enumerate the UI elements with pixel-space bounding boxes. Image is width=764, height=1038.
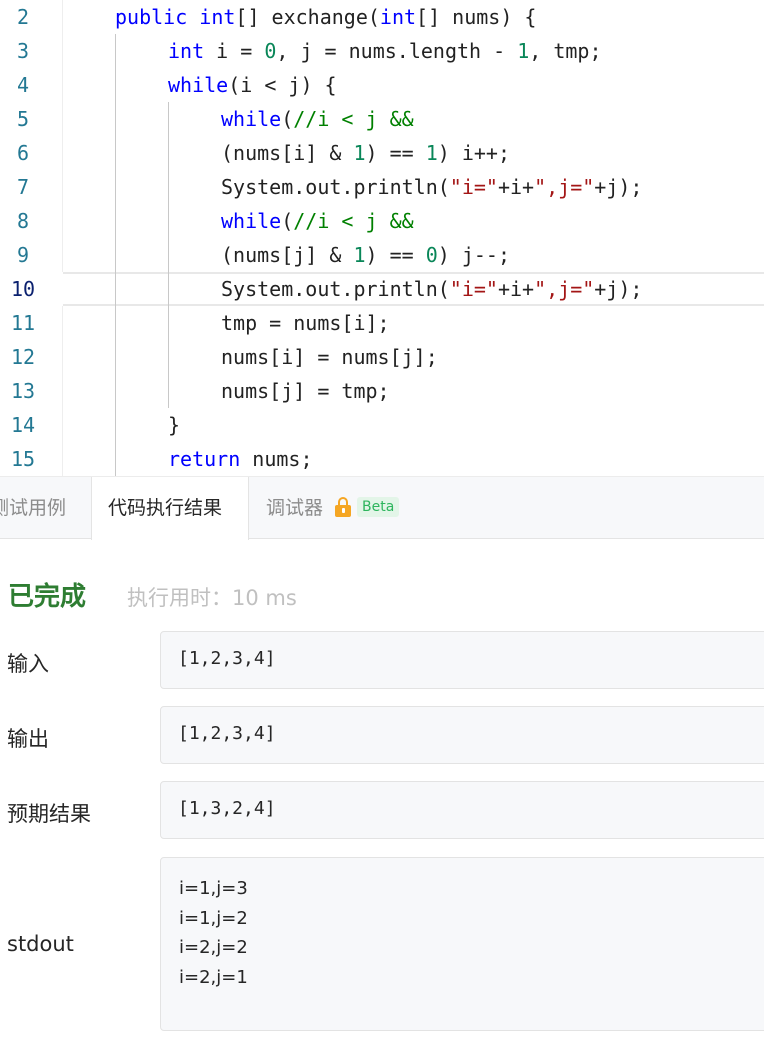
input-label: 输入 (7, 652, 49, 676)
input-box[interactable]: [1,2,3,4] (160, 631, 764, 689)
line-number: 15 (10, 447, 36, 471)
expected-value: [1,3,2,4] (178, 798, 276, 819)
line-number: 9 (16, 243, 30, 267)
output-label: 输出 (7, 727, 49, 751)
code-line[interactable]: 2 public int[] exchange(int[] nums) { (0, 0, 764, 34)
runtime-label: 执行用时： (127, 586, 232, 610)
output-value: [1,2,3,4] (178, 723, 276, 744)
tab-debugger[interactable]: 调试器 Beta (266, 477, 400, 540)
code-text: tmp = nums[i]; (221, 311, 390, 335)
code-text: (nums[i] & 1) == 1) i++; (221, 141, 511, 165)
line-number: 4 (16, 73, 30, 97)
stdout-box[interactable]: i=1,j=3 i=1,j=2 i=2,j=2 i=2,j=1 (160, 857, 764, 1031)
code-editor[interactable]: 2 public int[] exchange(int[] nums) { 3 … (0, 0, 764, 476)
input-value: [1,2,3,4] (178, 648, 276, 669)
code-text: nums[i] = nums[j]; (221, 345, 438, 369)
stdout-line: i=2,j=1 (179, 966, 248, 988)
line-number: 14 (10, 413, 36, 437)
line-number: 13 (10, 379, 36, 403)
line-number: 10 (10, 277, 36, 301)
code-text: while(//i < j && (221, 209, 414, 233)
code-text: System.out.println("i="+i+",j="+j); (221, 175, 643, 199)
stdout-line: i=1,j=3 (179, 878, 248, 899)
stdout-label: stdout (7, 932, 74, 956)
code-text: } (168, 413, 181, 437)
stdout-lines: i=1,j=3 i=1,j=2 i=2,j=2 i=2,j=1 (179, 874, 248, 992)
expected-label: 预期结果 (7, 802, 91, 826)
indent-guide (115, 34, 116, 476)
code-text: return nums; (168, 447, 313, 471)
status-text: 已完成 (8, 582, 87, 612)
line-number: 5 (16, 107, 30, 131)
code-text: int i = 0, j = nums.length - 1, tmp; (168, 39, 602, 63)
beta-badge: Beta (357, 497, 400, 517)
stdout-line: i=1,j=2 (179, 907, 248, 929)
line-number: 3 (16, 39, 30, 63)
code-text: public int[] exchange(int[] nums) { (115, 5, 537, 29)
bottom-panel-tabs: 测试用例 代码执行结果 调试器 Beta (0, 476, 764, 540)
code-text: while(i < j) { (168, 73, 337, 97)
tab-debugger-label: 调试器 (266, 497, 324, 519)
line-number: 7 (16, 175, 30, 199)
code-text: (nums[j] & 1) == 0) j--; (221, 243, 511, 267)
line-number: 11 (10, 311, 36, 335)
code-text: while(//i < j && (221, 107, 414, 131)
line-number: 2 (16, 5, 30, 29)
runtime-value: 10 ms (232, 586, 297, 610)
expected-box[interactable]: [1,3,2,4] (160, 781, 764, 839)
runtime-info: 执行用时：10 ms (127, 582, 297, 612)
code-text: System.out.println("i="+i+",j="+j); (221, 277, 643, 301)
tab-result[interactable]: 代码执行结果 (91, 477, 249, 540)
line-number: 8 (16, 209, 30, 233)
indent-guide (168, 102, 169, 408)
code-text: nums[j] = tmp; (221, 379, 390, 403)
stdout-line: i=2,j=2 (179, 937, 248, 958)
output-box[interactable]: [1,2,3,4] (160, 706, 764, 764)
line-number: 12 (10, 345, 36, 369)
lock-icon (335, 496, 352, 517)
tab-testcase[interactable]: 测试用例 (0, 477, 66, 540)
line-number: 6 (16, 141, 30, 165)
